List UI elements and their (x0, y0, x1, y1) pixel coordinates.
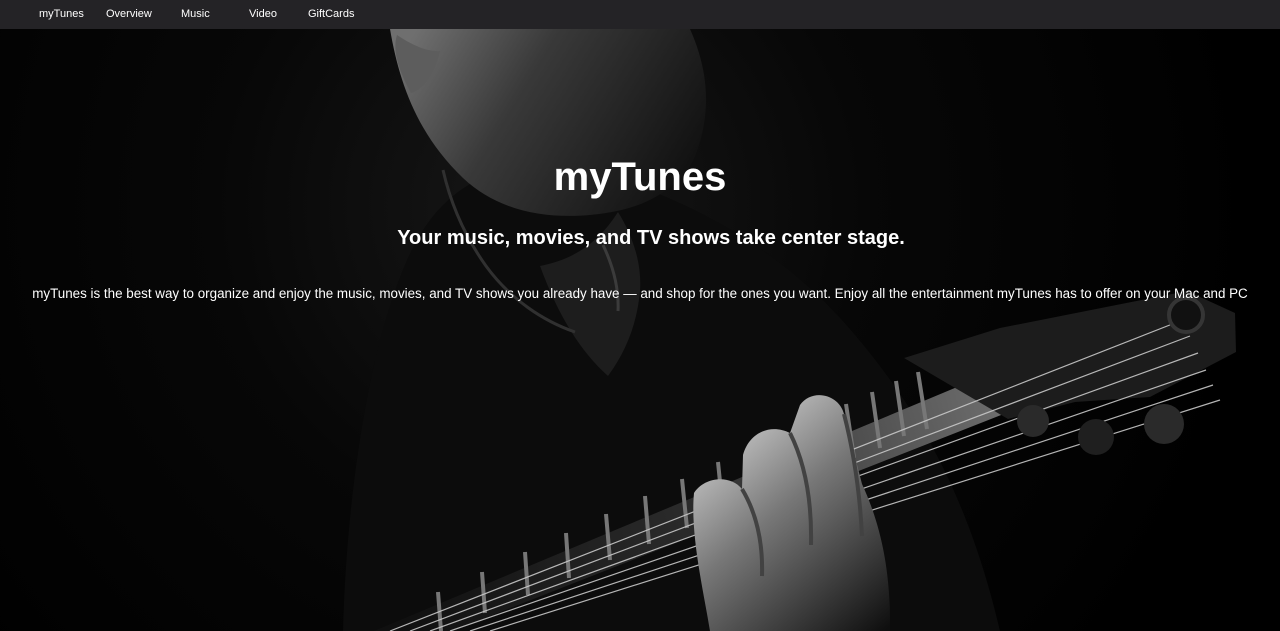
tuning-peg-left (1017, 405, 1049, 437)
nav-item-overview[interactable]: Overview (106, 7, 152, 23)
hero-background-image (0, 29, 1280, 631)
nav-brand-mytunes[interactable]: myTunes (39, 7, 84, 23)
mytunes-landing-page: myTunes Overview Music Video GiftCards m… (0, 0, 1280, 631)
top-navigation-bar: myTunes Overview Music Video GiftCards (0, 0, 1280, 29)
nav-item-music[interactable]: Music (181, 7, 210, 23)
tuning-peg-right (1144, 404, 1184, 444)
guitar-player-photo (0, 29, 1280, 631)
nav-item-giftcards[interactable]: GiftCards (308, 7, 354, 23)
tuning-peg-top (1167, 296, 1205, 334)
nav-item-video[interactable]: Video (249, 7, 277, 23)
tuning-peg-middle (1078, 419, 1114, 455)
